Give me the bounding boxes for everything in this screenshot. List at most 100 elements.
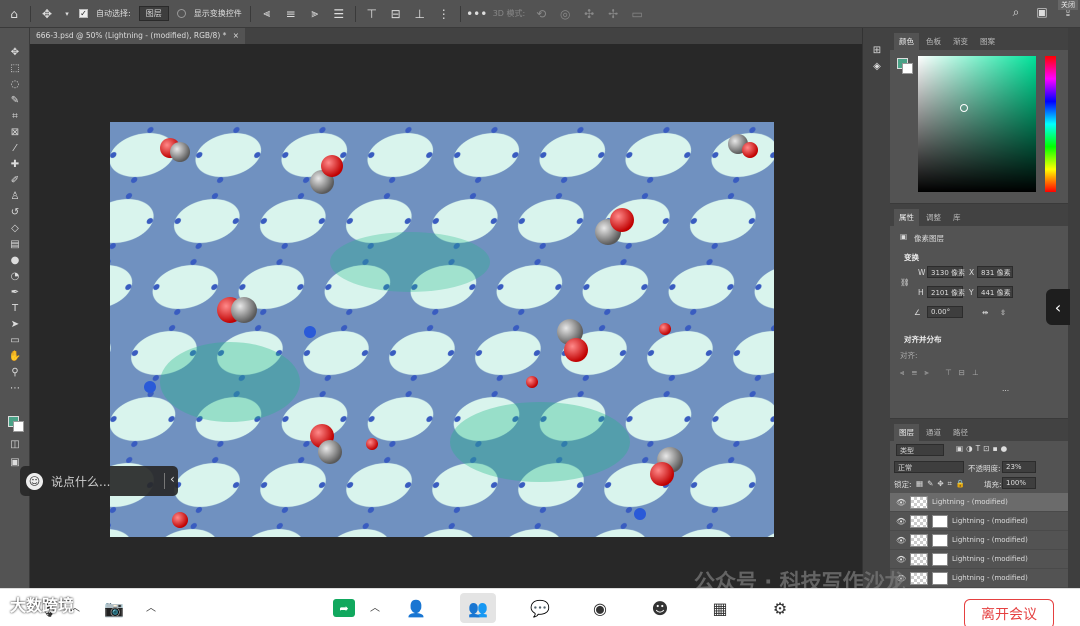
workspace-icon[interactable]: ▣ bbox=[1034, 4, 1050, 20]
height-field[interactable]: 2101 像素 bbox=[927, 286, 965, 298]
hue-slider[interactable] bbox=[1045, 56, 1056, 192]
link-icon[interactable]: ⛓ bbox=[900, 278, 910, 287]
home-icon[interactable]: ⌂ bbox=[6, 6, 22, 22]
auto-select-mode-dropdown[interactable]: 图层 bbox=[138, 6, 169, 21]
background-color-swatch[interactable] bbox=[13, 421, 24, 432]
chevron-down-icon[interactable]: ▾ bbox=[63, 6, 71, 22]
flip-horizontal-icon[interactable]: ⇹ bbox=[982, 308, 988, 317]
frame-tool-icon[interactable]: ⊠ bbox=[0, 124, 30, 140]
lasso-tool-icon[interactable]: ◌ bbox=[0, 76, 30, 92]
stamp-tool-icon[interactable]: ♙ bbox=[0, 188, 30, 204]
layer-row[interactable]: 👁 Lightning - (modified) bbox=[890, 569, 1068, 588]
more-button[interactable]: ... bbox=[1002, 384, 1009, 393]
history-brush-tool-icon[interactable]: ↺ bbox=[0, 204, 30, 220]
eraser-tool-icon[interactable]: ◇ bbox=[0, 220, 30, 236]
layer-row[interactable]: 👁 Lightning - (modified) bbox=[890, 493, 1068, 512]
tab-layers[interactable]: 图层 bbox=[894, 424, 919, 441]
layer-row[interactable]: 👁 Lightning - (modified) bbox=[890, 550, 1068, 569]
chevron-left-icon[interactable]: ‹ bbox=[170, 472, 175, 486]
artwork-image[interactable] bbox=[110, 122, 774, 537]
show-transform-checkbox[interactable] bbox=[176, 9, 186, 18]
close-tab-icon[interactable]: × bbox=[233, 31, 239, 40]
type-tool-icon[interactable]: T bbox=[0, 300, 30, 316]
collapse-panel-button[interactable]: ‹ bbox=[1046, 289, 1070, 325]
more-options-icon[interactable]: ••• bbox=[466, 6, 487, 22]
crop-tool-icon[interactable]: ⌗ bbox=[0, 108, 30, 124]
visibility-eye-icon[interactable]: 👁 bbox=[896, 517, 906, 526]
emoji-icon[interactable]: ☺ bbox=[26, 472, 43, 490]
chevron-up-icon[interactable]: ︿ bbox=[146, 599, 156, 614]
brush-tool-icon[interactable]: ✐ bbox=[0, 172, 30, 188]
move-tool-icon[interactable]: ✥ bbox=[0, 44, 30, 60]
tab-patterns[interactable]: 图案 bbox=[975, 33, 1000, 50]
chat-input-placeholder[interactable]: 说点什么... bbox=[51, 473, 110, 490]
path-select-tool-icon[interactable]: ➤ bbox=[0, 316, 30, 332]
lock-icons[interactable]: ▦✎✥⌗🔒 bbox=[916, 479, 969, 489]
tab-paths[interactable]: 路径 bbox=[948, 424, 973, 441]
shape-tool-icon[interactable]: ▭ bbox=[0, 332, 30, 348]
y-field[interactable]: 441 像素 bbox=[977, 286, 1013, 298]
auto-select-checkbox[interactable]: ✓ bbox=[79, 9, 88, 18]
tab-libraries[interactable]: 库 bbox=[948, 209, 966, 226]
document-tab[interactable]: 666-3.psd @ 50% (Lightning - (modified),… bbox=[30, 28, 246, 44]
opacity-field[interactable]: 23% bbox=[1002, 461, 1036, 473]
tab-channels[interactable]: 通道 bbox=[921, 424, 946, 441]
visibility-eye-icon[interactable]: 👁 bbox=[896, 555, 906, 564]
layer-filter-icons[interactable]: ▣◑T⊡▪● bbox=[956, 444, 1010, 453]
history-panel-icon[interactable]: ⊞ bbox=[863, 42, 891, 58]
align-right-icon[interactable]: ⫸ bbox=[307, 6, 323, 22]
gradient-tool-icon[interactable]: ▤ bbox=[0, 236, 30, 252]
blend-mode-dropdown[interactable]: 正常 bbox=[894, 461, 964, 473]
tab-adjustments[interactable]: 调整 bbox=[921, 209, 946, 226]
chat-input-box[interactable]: ☺ 说点什么... ‹ bbox=[20, 466, 178, 496]
align-bottom-icon[interactable]: ⊥ bbox=[412, 6, 428, 22]
close-button[interactable]: 关闭 bbox=[1058, 0, 1078, 10]
quick-select-tool-icon[interactable]: ✎ bbox=[0, 92, 30, 108]
distribute-vertical-icon[interactable]: ⋮ bbox=[436, 6, 452, 22]
hand-tool-icon[interactable]: ✋ bbox=[0, 348, 30, 364]
tab-color[interactable]: 颜色 bbox=[894, 33, 919, 50]
settings-button[interactable]: ⚙ bbox=[762, 593, 798, 623]
blur-tool-icon[interactable]: ● bbox=[0, 252, 30, 268]
layer-row[interactable]: 👁 Lightning - (modified) bbox=[890, 531, 1068, 550]
reactions-button[interactable]: ☻ bbox=[642, 593, 678, 623]
tab-swatches[interactable]: 色板 bbox=[921, 33, 946, 50]
color-picker-cursor[interactable] bbox=[960, 104, 968, 112]
transform-section-title[interactable]: 变换 bbox=[904, 252, 919, 263]
flip-vertical-icon[interactable]: ⇳ bbox=[1000, 308, 1006, 317]
pen-tool-icon[interactable]: ✒ bbox=[0, 284, 30, 300]
distribute-icon[interactable]: ☰ bbox=[331, 6, 347, 22]
visibility-eye-icon[interactable]: 👁 bbox=[896, 536, 906, 545]
eyedropper-tool-icon[interactable]: ⁄ bbox=[0, 140, 30, 156]
layer-row[interactable]: 👁 Lightning - (modified) bbox=[890, 512, 1068, 531]
leave-meeting-button[interactable]: 离开会议 bbox=[964, 599, 1054, 626]
align-center-icon[interactable]: ≡ bbox=[283, 6, 299, 22]
search-icon[interactable]: ⌕ bbox=[1008, 4, 1024, 20]
apps-button[interactable]: ▦ bbox=[702, 593, 738, 623]
angle-field[interactable]: 0.00° bbox=[927, 306, 963, 318]
record-button[interactable]: ◉ bbox=[582, 593, 618, 623]
share-screen-button[interactable]: ➦ bbox=[326, 593, 362, 623]
members-button[interactable]: 👥 bbox=[460, 593, 496, 623]
zoom-tool-icon[interactable]: ⚲ bbox=[0, 364, 30, 380]
align-left-icon[interactable]: ⫷ bbox=[259, 6, 275, 22]
chat-button[interactable]: 💬 bbox=[522, 593, 558, 623]
layer-filter-dropdown[interactable]: 类型 bbox=[896, 444, 944, 456]
dodge-tool-icon[interactable]: ◔ bbox=[0, 268, 30, 284]
width-field[interactable]: 3130 像素 bbox=[927, 266, 965, 278]
align-middle-icon[interactable]: ⊟ bbox=[388, 6, 404, 22]
tab-gradients[interactable]: 渐变 bbox=[948, 33, 973, 50]
healing-brush-tool-icon[interactable]: ✚ bbox=[0, 156, 30, 172]
x-field[interactable]: 831 像素 bbox=[977, 266, 1013, 278]
camera-button[interactable]: 📷 bbox=[96, 593, 132, 623]
panel-options-icon[interactable]: ◈ bbox=[863, 58, 891, 74]
more-tools-icon[interactable]: ⋯ bbox=[0, 380, 30, 396]
background-color-swatch[interactable] bbox=[902, 63, 913, 74]
quick-mask-icon[interactable]: ◫ bbox=[0, 436, 30, 452]
align-top-icon[interactable]: ⊤ bbox=[364, 6, 380, 22]
chevron-up-icon[interactable]: ︿ bbox=[370, 599, 380, 614]
color-picker-field[interactable] bbox=[918, 56, 1036, 192]
visibility-eye-icon[interactable]: 👁 bbox=[896, 498, 906, 507]
align-section-title[interactable]: 对齐并分布 bbox=[904, 334, 942, 345]
marquee-tool-icon[interactable]: ⬚ bbox=[0, 60, 30, 76]
